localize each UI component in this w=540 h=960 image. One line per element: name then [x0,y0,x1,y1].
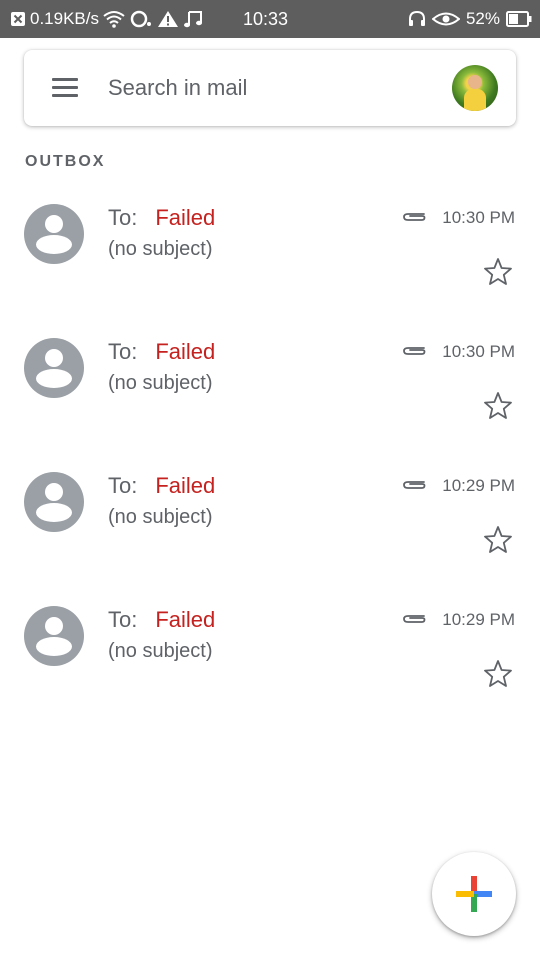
star-icon[interactable] [482,658,514,690]
send-status: Failed [155,607,216,632]
star-icon[interactable] [482,524,514,556]
to-label: To: [108,607,138,632]
attachment-icon [403,347,426,355]
battery-percent: 52% [465,9,500,28]
sender-avatar-icon [24,204,84,264]
account-avatar[interactable] [452,65,498,111]
mail-row[interactable]: To: Failed (no subject) 10:29 PM [0,588,540,722]
search-bar[interactable]: Search in mail [24,50,516,126]
section-label: OUTBOX [25,153,106,170]
sender-avatar-icon [24,472,84,532]
recipient-line: To: Failed [108,339,215,365]
to-label: To: [108,339,138,364]
sync-icon [129,10,153,28]
mail-time: 10:29 PM [442,610,515,629]
send-status: Failed [155,205,216,230]
attachment-icon [403,615,426,623]
star-icon[interactable] [482,256,514,288]
mail-row[interactable]: To: Failed (no subject) 10:30 PM [0,320,540,454]
mail-row[interactable]: To: Failed (no subject) 10:29 PM [0,454,540,588]
to-label: To: [108,473,138,498]
mail-subject: (no subject) [108,640,213,662]
compose-plus-icon [456,876,492,912]
menu-icon[interactable] [52,78,80,98]
attachment-icon [403,213,426,221]
star-icon[interactable] [482,390,514,422]
recipient-line: To: Failed [108,607,215,633]
recipient-line: To: Failed [108,473,215,499]
sender-avatar-icon [24,606,84,666]
warning-icon [157,10,179,28]
headset-icon [408,10,426,28]
mail-time: 10:30 PM [442,208,515,227]
eye-icon [431,10,460,28]
mail-time: 10:30 PM [442,342,515,361]
compose-button[interactable] [432,852,516,936]
close-box-icon [10,11,26,27]
send-status: Failed [155,473,216,498]
search-input[interactable]: Search in mail [108,50,247,126]
status-time: 10:33 [243,8,289,29]
sender-avatar-icon [24,338,84,398]
recipient-line: To: Failed [108,205,215,231]
mail-subject: (no subject) [108,372,213,394]
wifi-icon [103,10,125,28]
music-note-icon [183,10,203,28]
mail-row[interactable]: To: Failed (no subject) 10:30 PM [0,186,540,320]
mail-subject: (no subject) [108,238,213,260]
battery-icon [506,10,532,28]
to-label: To: [108,205,138,230]
send-status: Failed [155,339,216,364]
attachment-icon [403,481,426,489]
status-bar: 0.19KB/s 10:33 52% [0,0,540,38]
mail-subject: (no subject) [108,506,213,528]
network-speed: 0.19KB/s [30,9,99,28]
mail-time: 10:29 PM [442,476,515,495]
